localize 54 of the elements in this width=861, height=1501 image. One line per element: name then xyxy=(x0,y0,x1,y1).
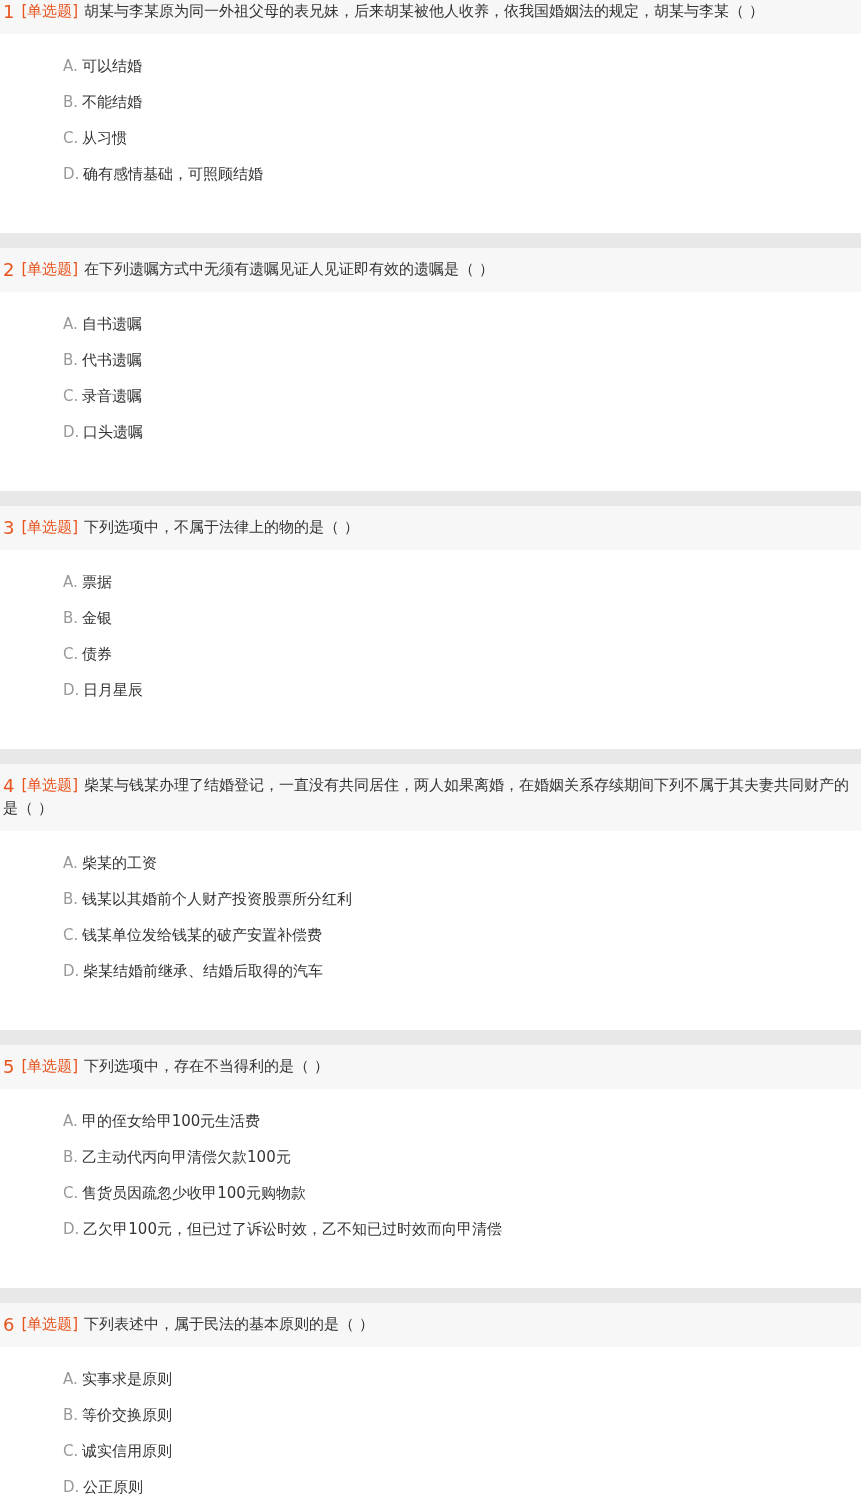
option-letter: B. xyxy=(63,93,79,111)
question-heading: 1 [单选题] 胡某与李某原为同一外祖父母的表兄妹，后来胡某被他人收养，依我国婚姻法的规定，胡某与李某（ ） xyxy=(0,0,861,34)
option-letter: C. xyxy=(63,1442,79,1460)
option-text: 口头遗嘱 xyxy=(83,423,144,441)
option-letter: D. xyxy=(63,962,80,980)
option-letter: C. xyxy=(63,129,79,147)
option-letter: A. xyxy=(63,854,78,872)
option-letter: A. xyxy=(63,1112,78,1130)
option-letter: B. xyxy=(63,351,79,369)
option-text: 乙主动代丙向甲清偿欠款100元 xyxy=(82,1148,291,1166)
question-heading: 6 [单选题] 下列表述中，属于民法的基本原则的是（ ） xyxy=(0,1303,861,1347)
question-heading: 5 [单选题] 下列选项中，存在不当得利的是（ ） xyxy=(0,1045,861,1089)
option-text: 不能结婚 xyxy=(82,93,143,111)
question-heading: 4 [单选题] 柴某与钱某办理了结婚登记，一直没有共同居住，两人如果离婚，在婚姻关系存续期间下列不属于其夫妻共同财产的是（ ） xyxy=(0,764,861,831)
option-letter: D. xyxy=(63,1220,80,1238)
option-letter: D. xyxy=(63,423,80,441)
option-text: 售货员因疏忽少收甲100元购物款 xyxy=(82,1184,306,1202)
option-letter: C. xyxy=(63,1184,79,1202)
option-text: 钱某单位发给钱某的破产安置补偿费 xyxy=(82,926,323,944)
option-letter: A. xyxy=(63,1370,78,1388)
option-text: 诚实信用原则 xyxy=(82,1442,173,1460)
option-text: 票据 xyxy=(81,573,112,591)
option-letter: C. xyxy=(63,387,79,405)
option-text: 柴某结婚前继承、结婚后取得的汽车 xyxy=(83,962,324,980)
option-text: 钱某以其婚前个人财产投资股票所分红利 xyxy=(82,890,353,908)
option-letter: C. xyxy=(63,926,79,944)
option-text: 甲的侄女给甲100元生活费 xyxy=(81,1112,261,1130)
option-text: 金银 xyxy=(82,609,113,627)
option-letter: B. xyxy=(63,609,79,627)
option-text: 公正原则 xyxy=(83,1478,144,1496)
option-letter: D. xyxy=(63,681,80,699)
option-letter: B. xyxy=(63,1406,79,1424)
option-text: 可以结婚 xyxy=(81,57,142,75)
option-text: 代书遗嘱 xyxy=(82,351,143,369)
option-letter: B. xyxy=(63,1148,79,1166)
option-text: 等价交换原则 xyxy=(82,1406,173,1424)
option-letter: D. xyxy=(63,165,80,183)
option-letter: A. xyxy=(63,573,78,591)
option-letter: B. xyxy=(63,890,79,908)
option-text: 录音遗嘱 xyxy=(82,387,143,405)
option-text: 乙欠甲100元，但已过了诉讼时效，乙不知已过时效而向甲清偿 xyxy=(83,1220,502,1238)
option-letter: A. xyxy=(63,315,78,333)
option-letter: C. xyxy=(63,645,79,663)
option-text: 柴某的工资 xyxy=(81,854,157,872)
option-text: 债券 xyxy=(82,645,113,663)
option-letter: A. xyxy=(63,57,78,75)
option-text: 实事求是原则 xyxy=(81,1370,172,1388)
question-heading: 3 [单选题] 下列选项中，不属于法律上的物的是（ ） xyxy=(0,506,861,550)
option-letter: D. xyxy=(63,1478,80,1496)
question-heading: 2 [单选题] 在下列遗嘱方式中无须有遗嘱见证人见证即有效的遗嘱是（ ） xyxy=(0,248,861,292)
option-text: 日月星辰 xyxy=(83,681,144,699)
option-text: 从习惯 xyxy=(82,129,128,147)
option-text: 确有感情基础，可照顾结婚 xyxy=(83,165,264,183)
option-text: 自书遗嘱 xyxy=(81,315,142,333)
